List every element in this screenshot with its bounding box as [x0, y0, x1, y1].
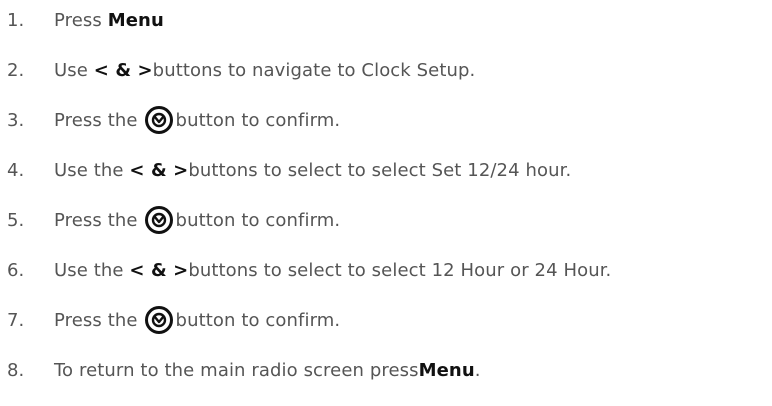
step-bold-text: < & > — [93, 59, 153, 81]
step-bold-text: Menu — [107, 9, 164, 31]
step-8: 8. To return to the main radio screen pr… — [7, 355, 481, 385]
step-text-end: . — [474, 359, 481, 381]
step-6: 6. Use the < & > buttons to select to se… — [7, 255, 611, 285]
step-7: 7. Press the button to confirm. — [7, 305, 340, 335]
step-text-end: buttons to select to select Set 12/24 ho… — [188, 159, 572, 181]
step-bold-text: < & > — [129, 259, 189, 281]
step-1: 1. Press Menu — [7, 5, 164, 35]
step-number: 5. — [7, 209, 25, 231]
confirm-button-icon — [144, 305, 174, 335]
step-text: Press the — [54, 109, 138, 131]
step-number: 4. — [7, 159, 25, 181]
step-5: 5. Press the button to confirm. — [7, 205, 340, 235]
step-text: Use the — [54, 259, 124, 281]
step-number: 8. — [7, 359, 25, 381]
step-text: Press the — [54, 309, 138, 331]
step-bold-text: < & > — [129, 159, 189, 181]
step-text-end: buttons to navigate to Clock Setup. — [152, 59, 476, 81]
confirm-button-icon — [144, 205, 174, 235]
step-2: 2. Use < & > buttons to navigate to Cloc… — [7, 55, 475, 85]
step-number: 7. — [7, 309, 25, 331]
step-text-end: button to confirm. — [175, 209, 341, 231]
step-text-end: button to confirm. — [175, 309, 341, 331]
step-3: 3. Press the button to confirm. — [7, 105, 340, 135]
step-text: Use — [54, 59, 88, 81]
step-text: To return to the main radio screen press — [54, 359, 419, 381]
step-text: Press — [54, 9, 102, 31]
step-number: 1. — [7, 9, 25, 31]
step-number: 6. — [7, 259, 25, 281]
step-number: 3. — [7, 109, 25, 131]
step-text-end: button to confirm. — [175, 109, 341, 131]
step-text: Use the — [54, 159, 124, 181]
step-text-end: buttons to select to select 12 Hour or 2… — [188, 259, 612, 281]
confirm-button-icon — [144, 105, 174, 135]
step-text: Press the — [54, 209, 138, 231]
step-bold-text: Menu — [418, 359, 475, 381]
step-4: 4. Use the < & > buttons to select to se… — [7, 155, 571, 185]
step-number: 2. — [7, 59, 25, 81]
